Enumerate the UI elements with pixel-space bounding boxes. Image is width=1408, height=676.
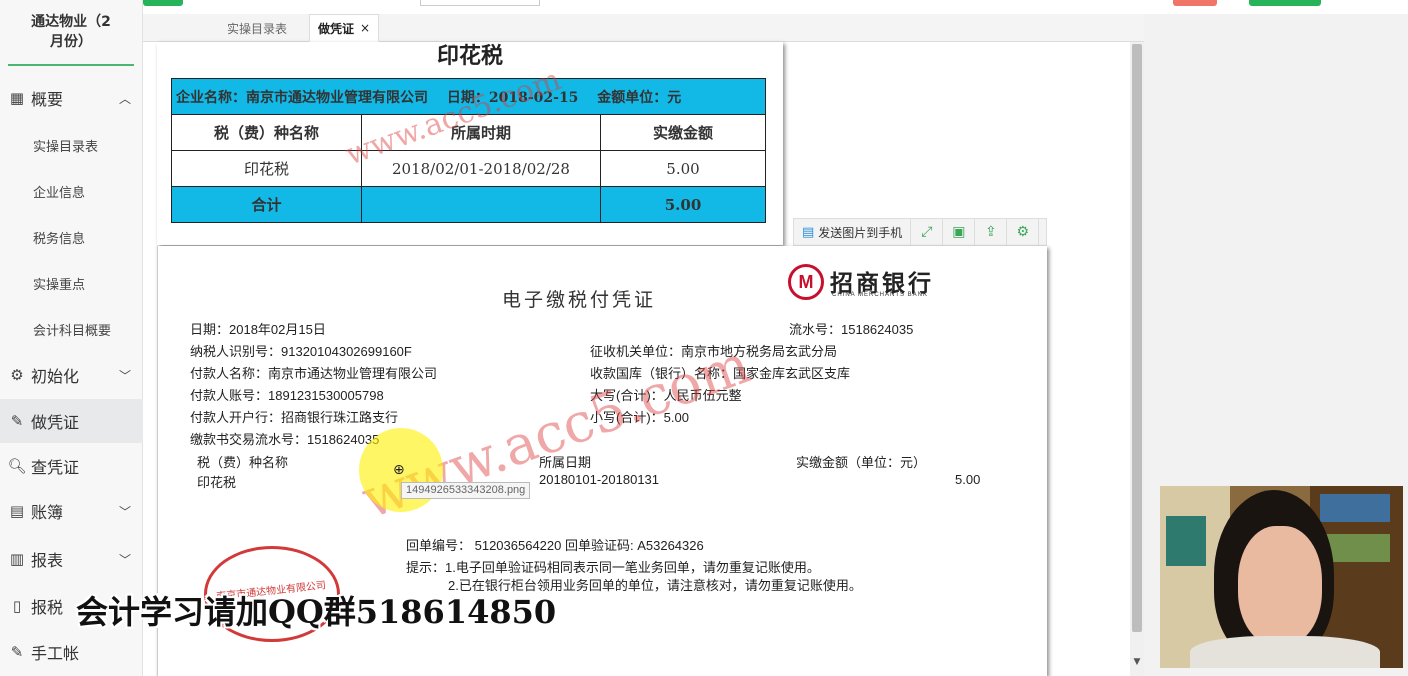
nav-overview[interactable]: ▦ 概要 ︿ bbox=[0, 76, 143, 120]
company-title: 通达物业（2月份） bbox=[8, 0, 134, 66]
top-left-button[interactable] bbox=[143, 0, 183, 6]
tab-bar: 实操目录表 做凭证 × bbox=[143, 14, 1144, 42]
tab-make-voucher[interactable]: 做凭证 × bbox=[309, 14, 380, 42]
book-icon: ▤ bbox=[9, 502, 25, 520]
tab-practice-catalog[interactable]: 实操目录表 bbox=[227, 14, 287, 42]
nav-practice-catalog[interactable]: 实操目录表 bbox=[33, 136, 98, 155]
bank-logo-icon: M bbox=[788, 264, 824, 300]
close-icon[interactable]: × bbox=[360, 21, 370, 35]
nav-make-voucher[interactable]: ✎ 做凭证 bbox=[0, 399, 143, 443]
stamp-tax-title: 印花税 bbox=[436, 43, 503, 69]
grid-icon: ▦ bbox=[9, 89, 25, 107]
row-period: 20180101-20180131 bbox=[539, 472, 660, 487]
column-header: 实缴金额 bbox=[600, 114, 766, 151]
nav-initialize[interactable]: ⚙ 初始化 ﹀ bbox=[0, 353, 143, 397]
total-value: 5.00 bbox=[600, 186, 766, 223]
top-search-input[interactable] bbox=[420, 0, 540, 6]
nav-reports[interactable]: ▥ 报表 ﹀ bbox=[0, 537, 143, 581]
chevron-up-icon: ︿ bbox=[118, 91, 131, 106]
table-cell: 印花税 bbox=[171, 150, 362, 187]
tab-label: 做凭证 bbox=[318, 21, 355, 36]
nav-query-voucher[interactable]: 🔍︎ 查凭证 bbox=[0, 444, 143, 488]
tab-label: 实操目录表 bbox=[227, 21, 288, 36]
pen-icon: ✎ bbox=[10, 412, 24, 430]
nav-key-points[interactable]: 实操重点 bbox=[33, 274, 85, 293]
nav-query-voucher-label: 查凭证 bbox=[31, 458, 80, 477]
doc-icon: ▯ bbox=[12, 597, 22, 615]
payer-name: 付款人名称：南京市通达物业管理有限公司 bbox=[190, 366, 438, 381]
sidebar: 通达物业（2月份） ▦ 概要 ︿ 实操目录表 企业信息 税务信息 实操重点 会计… bbox=[0, 0, 143, 676]
total-row: 合计 5.00 bbox=[171, 186, 766, 223]
nav-overview-label: 概要 bbox=[31, 90, 64, 109]
nav-accounts-overview[interactable]: 会计科目概要 bbox=[33, 320, 111, 339]
receipt-number: 回单编号： 512036564220 回单验证码: A53264326 bbox=[406, 538, 704, 553]
chevron-down-icon: ﹀ bbox=[118, 552, 131, 567]
top-red-button[interactable] bbox=[1173, 0, 1217, 6]
nav-company-info[interactable]: 企业信息 bbox=[33, 182, 85, 201]
chevron-down-icon: ﹀ bbox=[118, 368, 131, 383]
nav-tax-info[interactable]: 税务信息 bbox=[33, 228, 85, 247]
person-shirt bbox=[1190, 636, 1380, 668]
save-icon[interactable]: ▣ bbox=[943, 218, 976, 246]
settings-icon[interactable]: ⚙ bbox=[1007, 218, 1040, 246]
receipt-serial: 流水号：1518624035 bbox=[789, 322, 914, 337]
column-header: 税（费）种名称 bbox=[171, 114, 362, 151]
nav-ledgers[interactable]: ▤ 账簿 ﹀ bbox=[0, 489, 143, 533]
zoom-in-cursor-icon: ⊕ bbox=[393, 462, 405, 478]
nav-ledgers-label: 账簿 bbox=[31, 503, 64, 522]
nav-manual-books[interactable]: ✎ 手工帐 bbox=[0, 630, 143, 674]
total-label: 合计 bbox=[171, 186, 362, 223]
promo-caption: 会计学习请加QQ群518614850 bbox=[76, 593, 557, 631]
table-cell: 5.00 bbox=[600, 150, 766, 187]
chevron-down-icon: ﹀ bbox=[118, 504, 131, 519]
nav-reports-label: 报表 bbox=[31, 551, 64, 570]
bank-name-en: CHINA MERCHANTS BANK bbox=[832, 292, 929, 298]
nav-tax-filing-label: 报税 bbox=[31, 598, 64, 617]
image-toolbar: ▤ 发送图片到手机 ⤢ ▣ ⇪ ⚙ bbox=[793, 218, 1047, 246]
row-tax: 印花税 bbox=[197, 475, 237, 490]
filename-tooltip: 1494926533343208.png bbox=[401, 482, 531, 499]
scroll-down-arrow-icon[interactable]: ▼ bbox=[1131, 657, 1143, 671]
webcam-video bbox=[1160, 486, 1403, 668]
stamp-tax-document: 印花税 企业名称：南京市通达物业管理有限公司 日期：2018-02-15 金额单… bbox=[157, 42, 783, 245]
col-amount-header: 实缴金额（单位：元） bbox=[796, 455, 927, 470]
send-to-phone-label: 发送图片到手机 bbox=[818, 225, 903, 240]
nav-initialize-label: 初始化 bbox=[31, 367, 80, 386]
top-bar bbox=[143, 0, 1408, 14]
receipt-date: 日期：2018年02月15日 bbox=[190, 322, 326, 337]
fullscreen-icon[interactable]: ⤢ bbox=[911, 218, 944, 246]
pen-icon: ✎ bbox=[10, 643, 24, 661]
payer-account: 付款人账号：1891231530005798 bbox=[190, 388, 384, 403]
nav-manual-books-label: 手工帐 bbox=[31, 644, 80, 663]
person-face bbox=[1238, 526, 1322, 646]
report-icon: ▥ bbox=[9, 550, 25, 568]
nav-make-voucher-label: 做凭证 bbox=[31, 413, 80, 432]
send-to-phone-button[interactable]: ▤ 发送图片到手机 bbox=[794, 218, 912, 246]
tx-serial: 缴款书交易流水号：1518624035 bbox=[190, 432, 380, 447]
table-cell bbox=[361, 186, 601, 223]
taxpayer-id: 纳税人识别号：91320104302699160F bbox=[190, 344, 412, 359]
gear-icon: ⚙ bbox=[10, 366, 24, 384]
table-row: 印花税 2018/02/01-2018/02/28 5.00 bbox=[171, 150, 766, 187]
col-tax-header: 税（费）种名称 bbox=[197, 455, 289, 470]
row-amount: 5.00 bbox=[955, 472, 981, 487]
hint-line-1: 提示：1.电子回单验证码相同表示同一笔业务回单，请勿重复记账使用。 bbox=[406, 560, 820, 575]
books bbox=[1166, 516, 1206, 566]
scrollbar-thumb[interactable] bbox=[1132, 44, 1142, 632]
receipt-title: 电子缴税付凭证 bbox=[502, 290, 657, 311]
payer-bank: 付款人开户行：招商银行珠江路支行 bbox=[190, 410, 399, 425]
share-icon[interactable]: ⇪ bbox=[975, 218, 1008, 246]
search-icon: 🔍︎ bbox=[7, 457, 27, 475]
top-right-button[interactable] bbox=[1249, 0, 1321, 6]
books bbox=[1320, 494, 1390, 522]
phone-send-icon: ▤ bbox=[802, 224, 815, 240]
